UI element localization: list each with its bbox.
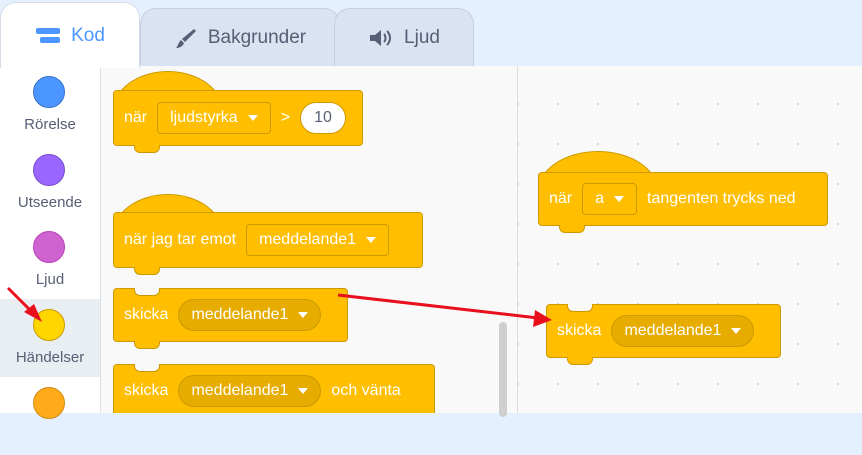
caret-down-icon [298,312,309,318]
block-bottom-tab [134,145,160,153]
block-suffix: tangenten trycks ned [647,190,796,207]
category-sound-label: Ljud [35,271,65,288]
caret-down-icon [298,388,309,394]
dropdown-value: meddelande1 [191,306,289,323]
category-events-label: Händelser [15,349,85,366]
category-sound[interactable]: Ljud [0,221,100,299]
number-input[interactable]: 10 [300,102,347,134]
block-notch [134,288,160,296]
broadcast-block[interactable]: skicka meddelande1 [113,288,348,349]
block-text: när [549,190,573,207]
block-text: skicka [124,382,169,399]
tab-sounds[interactable]: Ljud [334,8,474,66]
block-bottom-tab [134,267,160,275]
tab-backdrops[interactable]: Bakgrunder [140,8,340,66]
dropdown-value: ljudstyrka [170,109,238,126]
category-motion-label: Rörelse [24,116,76,133]
category-motion[interactable]: Rörelse [0,66,100,144]
tab-code-label: Kod [71,24,105,46]
dropdown-value: a [595,190,605,207]
tab-code[interactable]: Kod [0,2,140,68]
category-menu: Rörelse Utseende Ljud Händelser [0,66,101,419]
block-bottom-tab [567,357,593,365]
looks-color-dot [33,154,65,186]
block-notch [567,304,593,312]
broadcast-block-workspace[interactable]: skicka meddelande1 [546,304,781,365]
category-control[interactable] [0,377,100,455]
motion-color-dot [33,76,65,108]
tab-backdrops-label: Bakgrunder [207,26,307,48]
broadcast-and-wait-block[interactable]: skicka meddelande1 och vänta [113,364,435,413]
when-key-pressed-block[interactable]: när a tangenten trycks ned [538,172,828,233]
message-dropdown[interactable]: meddelande1 [178,375,322,407]
events-color-dot [33,309,65,341]
caret-down-icon [366,237,377,243]
block-suffix: och vänta [331,382,401,399]
caret-down-icon [731,328,742,334]
operator-text: > [280,109,291,126]
code-icon [35,26,61,46]
block-bottom-tab [134,341,160,349]
script-workspace[interactable]: när a tangenten trycks ned skicka meddel… [518,66,862,413]
message-dropdown[interactable]: meddelande1 [246,224,390,256]
dropdown-value: meddelande1 [259,231,357,248]
category-looks-label: Utseende [17,194,83,211]
block-notch [134,364,160,372]
tab-sounds-label: Ljud [404,26,440,48]
when-loudness-block[interactable]: när ljudstyrka > 10 [113,90,363,153]
speaker-icon [368,28,394,48]
block-text: när jag tar emot [124,231,237,248]
block-text: när [124,109,148,126]
palette-scrollbar[interactable] [499,322,507,417]
paintbrush-icon [174,27,198,49]
key-dropdown[interactable]: a [582,183,638,215]
sound-color-dot [33,231,65,263]
category-events[interactable]: Händelser [0,299,100,377]
message-dropdown[interactable]: meddelande1 [178,299,322,331]
editor-tabs: Kod Bakgrunder Ljud [0,0,862,68]
message-dropdown[interactable]: meddelande1 [611,315,755,347]
loudness-dropdown[interactable]: ljudstyrka [157,102,271,134]
dropdown-value: meddelande1 [191,382,289,399]
caret-down-icon [614,196,625,202]
block-palette: när ljudstyrka > 10 när jag tar emot med… [101,66,517,413]
category-looks[interactable]: Utseende [0,144,100,222]
block-text: skicka [124,306,169,323]
block-bottom-tab [559,225,585,233]
when-i-receive-block[interactable]: när jag tar emot meddelande1 [113,212,423,275]
caret-down-icon [247,115,258,121]
control-color-dot [33,387,65,419]
dropdown-value: meddelande1 [624,322,722,339]
block-text: skicka [557,322,602,339]
